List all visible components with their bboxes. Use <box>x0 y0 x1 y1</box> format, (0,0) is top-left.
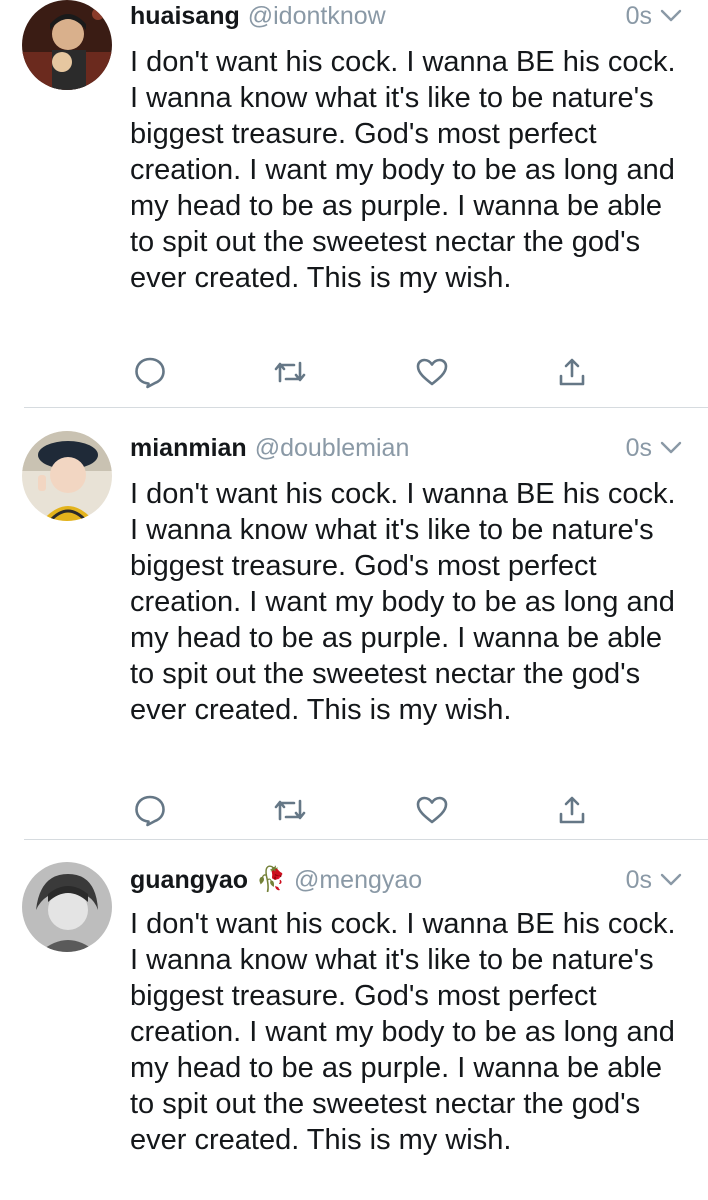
tweet-header: guangyao 🥀 @mengyao 0s <box>130 860 684 900</box>
timestamp[interactable]: 0s <box>626 2 652 31</box>
tweet-actions <box>120 788 600 832</box>
timestamp[interactable]: 0s <box>626 434 652 463</box>
retweet-icon[interactable] <box>268 788 312 832</box>
like-icon[interactable] <box>410 350 454 394</box>
tweet[interactable]: guangyao 🥀 @mengyao 0s I don't want his … <box>0 840 708 1200</box>
chevron-down-icon[interactable] <box>658 6 684 26</box>
avatar[interactable] <box>22 862 112 952</box>
handle[interactable]: @idontknow <box>248 2 386 31</box>
chevron-down-icon[interactable] <box>658 438 684 458</box>
display-name[interactable]: guangyao <box>130 866 248 895</box>
timeline: huaisang @idontknow 0s I don't want his … <box>0 0 708 1200</box>
retweet-icon[interactable] <box>268 350 312 394</box>
chevron-down-icon[interactable] <box>658 870 684 890</box>
tweet[interactable]: huaisang @idontknow 0s I don't want his … <box>0 0 708 408</box>
tweet-actions <box>120 350 600 394</box>
tweet-text: I don't want his cock. I wanna BE his co… <box>130 908 676 1156</box>
tweet-header: mianmian @doublemian 0s <box>130 428 684 468</box>
reply-icon[interactable] <box>128 350 172 394</box>
reply-icon[interactable] <box>128 788 172 832</box>
share-icon[interactable] <box>550 350 594 394</box>
handle[interactable]: @doublemian <box>255 434 410 463</box>
tweet-text: I don't want his cock. I wanna BE his co… <box>130 478 676 726</box>
handle[interactable]: @mengyao <box>294 866 422 895</box>
tweet[interactable]: mianmian @doublemian 0s I don't want his… <box>0 408 708 840</box>
timestamp[interactable]: 0s <box>626 866 652 895</box>
avatar[interactable] <box>22 0 112 90</box>
tweet-text: I don't want his cock. I wanna BE his co… <box>130 46 676 294</box>
like-icon[interactable] <box>410 788 454 832</box>
rose-icon: 🥀 <box>256 866 286 893</box>
avatar[interactable] <box>22 431 112 521</box>
share-icon[interactable] <box>550 788 594 832</box>
display-name[interactable]: mianmian <box>130 434 247 463</box>
tweet-header: huaisang @idontknow 0s <box>130 0 684 36</box>
display-name[interactable]: huaisang <box>130 2 240 31</box>
